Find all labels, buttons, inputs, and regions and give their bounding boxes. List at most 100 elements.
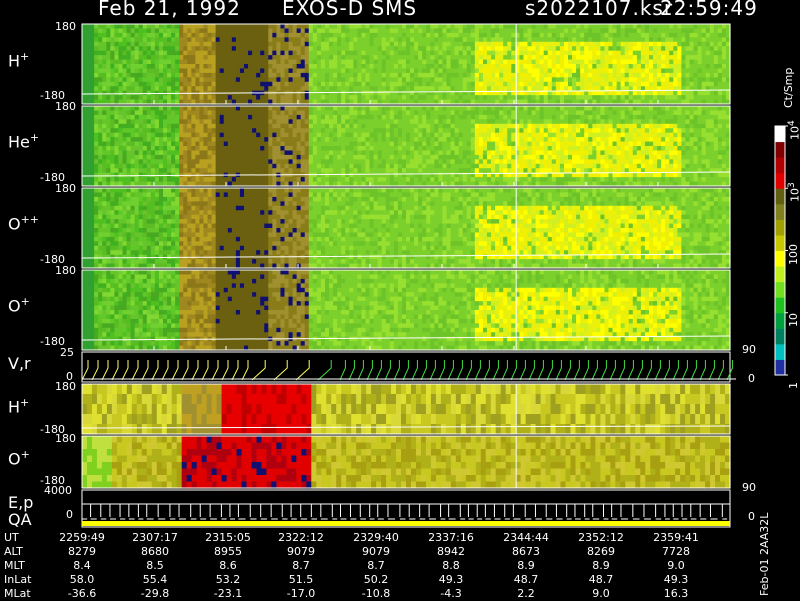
spectrogram-cell <box>576 51 581 56</box>
spectrogram-cell <box>422 42 427 47</box>
spectrogram-cell <box>475 37 480 42</box>
spectrogram-cell <box>511 137 516 142</box>
spectrogram-cell <box>386 60 391 65</box>
spectrogram-cell <box>289 155 294 160</box>
spectrogram-cell <box>661 95 666 100</box>
spectrogram-cell <box>451 110 456 115</box>
spectrogram-cell <box>285 73 290 78</box>
spectrogram-cell <box>143 55 148 60</box>
spectrogram-cell <box>540 55 545 60</box>
spectrogram-cell <box>175 82 180 87</box>
spectrogram-cell <box>669 55 674 60</box>
spectrogram-cell <box>548 42 553 47</box>
spectrogram-cell <box>613 64 618 69</box>
spectrogram-cell <box>532 128 537 133</box>
spectrogram-cell <box>240 159 245 164</box>
spectrogram-cell <box>507 51 512 56</box>
spectrogram-cell <box>414 137 419 142</box>
spectrogram-cell <box>532 168 537 173</box>
spectrogram-cell <box>390 142 395 147</box>
spectrogram-cell <box>491 46 496 51</box>
spectrogram-cell <box>309 77 314 82</box>
spectrogram-cell <box>143 155 148 160</box>
spectrogram-cell <box>426 77 431 82</box>
spectrogram-cell <box>459 142 464 147</box>
spectrogram-cell <box>447 77 452 82</box>
spectrogram-cell <box>163 128 168 133</box>
spectrogram-cell <box>123 77 128 82</box>
spectrogram-cell <box>163 137 168 142</box>
spectrogram-cell <box>540 77 545 82</box>
spectrogram-cell <box>386 150 391 155</box>
spectrogram-cell <box>349 42 354 47</box>
spectrogram-cell <box>673 42 678 47</box>
spectrogram-cell <box>556 24 561 29</box>
spectrogram-cell <box>641 68 646 73</box>
spectrogram-cell <box>613 33 618 38</box>
spectrogram-cell <box>532 60 537 65</box>
spectrogram-cell <box>301 124 306 129</box>
spectrogram-cell <box>685 37 690 42</box>
spectrogram-cell <box>592 24 597 29</box>
spectrogram-cell <box>540 60 545 65</box>
spectrogram-cell <box>592 51 597 56</box>
spectrogram-cell <box>467 128 472 133</box>
spectrogram-cell <box>540 124 545 129</box>
spectrogram-cell <box>600 24 605 29</box>
spectrogram-cell <box>123 164 128 169</box>
spectrogram-cell <box>394 51 399 56</box>
spectrogram-cell <box>199 68 204 73</box>
spectrogram-cell <box>430 124 435 129</box>
spectrogram-cell <box>621 28 626 33</box>
spectrogram-cell <box>414 42 419 47</box>
spectrogram-cell <box>195 159 200 164</box>
spectrogram-cell <box>564 55 569 60</box>
spectrogram-cell <box>390 110 395 115</box>
spectrogram-cell <box>621 55 626 60</box>
spectrogram-cell <box>447 177 452 182</box>
spectrogram-cell <box>536 68 541 73</box>
spectrogram-cell <box>378 168 383 173</box>
spectrogram-cell <box>127 159 132 164</box>
spectrogram-cell <box>244 86 249 91</box>
spectrogram-cell <box>329 115 334 120</box>
spectrogram-cell <box>361 60 366 65</box>
spectrogram-cell <box>329 24 334 29</box>
spectrogram-cell <box>467 159 472 164</box>
spectrogram-cell <box>114 155 119 160</box>
spectrogram-cell <box>528 95 533 100</box>
spectrogram-cell <box>370 159 375 164</box>
spectrogram-cell <box>232 106 237 111</box>
spectrogram-cell <box>544 142 549 147</box>
spectrogram-cell <box>345 73 350 78</box>
spectrogram-cell <box>467 77 472 82</box>
spectrogram-cell <box>147 110 152 115</box>
spectrogram-cell <box>256 46 261 51</box>
spectrogram-cell <box>394 150 399 155</box>
spectrogram-cell <box>645 60 650 65</box>
spectrogram-cell <box>305 46 310 51</box>
spectrogram-cell <box>268 115 273 120</box>
spectrogram-cell <box>374 128 379 133</box>
spectrogram-cell <box>475 137 480 142</box>
spectrogram-cell <box>548 150 553 155</box>
spectrogram-cell <box>548 64 553 69</box>
spectrogram-cell <box>86 155 91 160</box>
spectrogram-cell <box>386 73 391 78</box>
spectrogram-cell <box>297 146 302 151</box>
spectrogram-cell <box>301 42 306 47</box>
spectrogram-cell <box>353 137 358 142</box>
spectrogram-cell <box>511 133 516 138</box>
spectrogram-cell <box>155 24 160 29</box>
spectrogram-cell <box>175 60 180 65</box>
spectrogram-cell <box>434 177 439 182</box>
spectrogram-cell <box>426 68 431 73</box>
spectrogram-cell <box>507 73 512 78</box>
spectrogram-cell <box>321 95 326 100</box>
spectrogram-cell <box>544 37 549 42</box>
spectrogram-cell <box>495 155 500 160</box>
spectrogram-cell <box>507 55 512 60</box>
spectrogram-cell <box>625 91 630 96</box>
spectrogram-cell <box>212 128 217 133</box>
spectrogram-cell <box>426 128 431 133</box>
